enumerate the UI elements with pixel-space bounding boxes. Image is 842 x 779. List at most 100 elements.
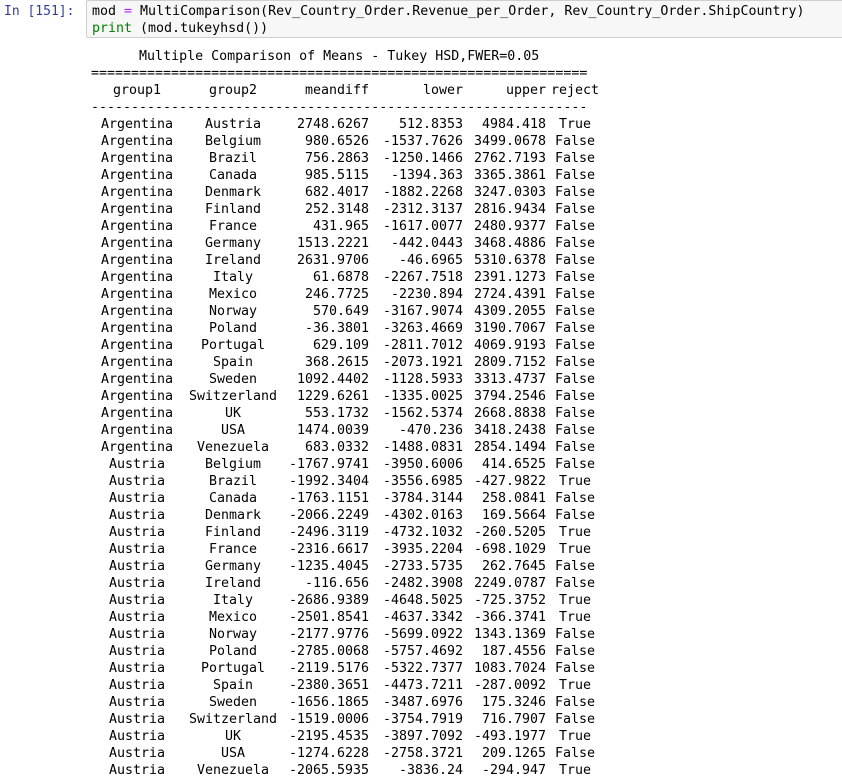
lower-cell: -1562.5374 bbox=[382, 406, 463, 421]
meandiff-cell: -1274.6228 bbox=[288, 746, 369, 761]
table-row: Austria Venezuela -2065.5935 -3836.24 -294.9… bbox=[91, 762, 604, 779]
group1-cell: Argentina bbox=[100, 287, 174, 302]
lower-cell: -4302.0163 bbox=[382, 508, 463, 523]
upper-cell: 169.5664 bbox=[481, 508, 546, 523]
reject-cell: False bbox=[554, 372, 596, 387]
double-rule: ========================================… bbox=[91, 66, 588, 81]
lower-cell: -3263.4669 bbox=[382, 321, 463, 336]
lower-cell: -3897.7092 bbox=[382, 729, 463, 744]
lower-cell: -3167.9074 bbox=[382, 304, 463, 319]
reject-cell: False bbox=[554, 202, 596, 217]
table-row: Argentina Spain 368.2615 -2073.1921 2809.715… bbox=[91, 354, 604, 371]
table-row: Argentina Mexico 246.7725 -2230.894 2724.439… bbox=[91, 286, 604, 303]
group1-cell: Austria bbox=[108, 746, 166, 761]
lower-cell: -4648.5025 bbox=[382, 593, 463, 608]
table-header-row: group1 group2 meandiff lower upper rejec… bbox=[91, 82, 604, 99]
group2-cell: Germany bbox=[204, 559, 262, 574]
code-line-1: mod = MultiComparison(Rev_Country_Order.… bbox=[92, 4, 805, 19]
meandiff-cell: 985.5115 bbox=[304, 168, 369, 183]
table-row: Austria USA -1274.6228 -2758.3721 209.1265 Fa… bbox=[91, 745, 604, 762]
upper-cell: 2480.9377 bbox=[473, 219, 546, 234]
table-row: Argentina Finland 252.3148 -2312.3137 2816.9… bbox=[91, 201, 604, 218]
group1-cell: Austria bbox=[108, 559, 166, 574]
group1-cell: Austria bbox=[108, 678, 166, 693]
reject-cell: False bbox=[554, 253, 596, 268]
table-row: Argentina Canada 985.5115 -1394.363 3365.386… bbox=[91, 167, 604, 184]
meandiff-cell: 252.3148 bbox=[304, 202, 369, 217]
tukey-results-body: Argentina Austria 2748.6267 512.8353 4984.41… bbox=[91, 116, 604, 779]
group1-cell: Argentina bbox=[100, 270, 174, 285]
group2-cell: UK bbox=[224, 729, 241, 744]
upper-cell: 3468.4886 bbox=[473, 236, 546, 251]
meandiff-cell: -1656.1865 bbox=[288, 695, 369, 710]
group2-cell: Spain bbox=[212, 678, 254, 693]
upper-cell: 4984.418 bbox=[481, 117, 546, 132]
header-lower: lower bbox=[422, 83, 463, 98]
group2-cell: Brazil bbox=[208, 474, 258, 489]
upper-cell: 716.7907 bbox=[481, 712, 546, 727]
meandiff-cell: -1992.3404 bbox=[288, 474, 369, 489]
meandiff-cell: -2785.0068 bbox=[288, 644, 369, 659]
lower-cell: -2811.7012 bbox=[382, 338, 463, 353]
group2-cell: Norway bbox=[208, 304, 258, 319]
meandiff-cell: -2195.4535 bbox=[288, 729, 369, 744]
reject-cell: True bbox=[558, 729, 592, 744]
meandiff-cell: -36.3801 bbox=[304, 321, 369, 336]
group2-cell: France bbox=[208, 542, 258, 557]
reject-cell: False bbox=[554, 134, 596, 149]
upper-cell: -493.1977 bbox=[473, 729, 546, 744]
lower-cell: -1128.5933 bbox=[382, 372, 463, 387]
lower-cell: -1488.0831 bbox=[382, 440, 463, 455]
reject-cell: False bbox=[554, 457, 596, 472]
group2-cell: Denmark bbox=[204, 185, 262, 200]
lower-cell: -1250.1466 bbox=[382, 151, 463, 166]
table-row: Argentina Belgium 980.6526 -1537.7626 3499.0… bbox=[91, 133, 604, 150]
lower-cell: -1394.363 bbox=[390, 168, 463, 183]
reject-cell: False bbox=[554, 287, 596, 302]
table-row: Austria Germany -1235.4045 -2733.5735 262.76… bbox=[91, 558, 604, 575]
group1-cell: Austria bbox=[108, 695, 166, 710]
table-row: Argentina Italy 61.6878 -2267.7518 2391.1273… bbox=[91, 269, 604, 286]
group1-cell: Argentina bbox=[100, 338, 174, 353]
group2-cell: Finland bbox=[204, 202, 262, 217]
group2-cell: Denmark bbox=[204, 508, 262, 523]
code-input-area[interactable]: mod = MultiComparison(Rev_Country_Order.… bbox=[86, 0, 842, 38]
upper-cell: 2668.8838 bbox=[473, 406, 546, 421]
reject-cell: False bbox=[554, 491, 596, 506]
meandiff-cell: -2177.9776 bbox=[288, 627, 369, 642]
group1-cell: Argentina bbox=[100, 253, 174, 268]
lower-cell: -2733.5735 bbox=[382, 559, 463, 574]
table-row: Austria UK -2195.4535 -3897.7092 -493.1977 Tr… bbox=[91, 728, 604, 745]
header-upper: upper bbox=[505, 83, 546, 98]
reject-cell: False bbox=[554, 321, 596, 336]
upper-cell: 1343.1369 bbox=[473, 627, 546, 642]
reject-cell: False bbox=[554, 440, 596, 455]
lower-cell: -3487.6976 bbox=[382, 695, 463, 710]
group1-cell: Argentina bbox=[100, 372, 174, 387]
upper-cell: -427.9822 bbox=[473, 474, 546, 489]
table-row: Austria Canada -1763.1151 -3784.3144 258.084… bbox=[91, 490, 604, 507]
group1-cell: Argentina bbox=[100, 134, 174, 149]
reject-cell: False bbox=[554, 168, 596, 183]
meandiff-cell: 980.6526 bbox=[304, 134, 369, 149]
lower-cell: -4473.7211 bbox=[382, 678, 463, 693]
meandiff-cell: 1092.4402 bbox=[296, 372, 369, 387]
reject-cell: False bbox=[554, 746, 596, 761]
group1-cell: Austria bbox=[108, 457, 166, 472]
upper-cell: 2724.4391 bbox=[473, 287, 546, 302]
upper-cell: 3499.0678 bbox=[473, 134, 546, 149]
group2-cell: Poland bbox=[208, 321, 258, 336]
upper-cell: -725.3752 bbox=[473, 593, 546, 608]
reject-cell: False bbox=[554, 508, 596, 523]
table-row: Argentina UK 553.1732 -1562.5374 2668.8838 Fa… bbox=[91, 405, 604, 422]
group1-cell: Argentina bbox=[100, 219, 174, 234]
group1-cell: Argentina bbox=[100, 236, 174, 251]
group2-cell: Brazil bbox=[208, 151, 258, 166]
group2-cell: UK bbox=[224, 406, 241, 421]
reject-cell: False bbox=[554, 712, 596, 727]
group2-cell: Italy bbox=[212, 593, 254, 608]
lower-cell: -2230.894 bbox=[390, 287, 463, 302]
upper-cell: -366.3741 bbox=[473, 610, 546, 625]
group2-cell: Belgium bbox=[204, 457, 262, 472]
single-rule: ----------------------------------------… bbox=[91, 100, 588, 115]
